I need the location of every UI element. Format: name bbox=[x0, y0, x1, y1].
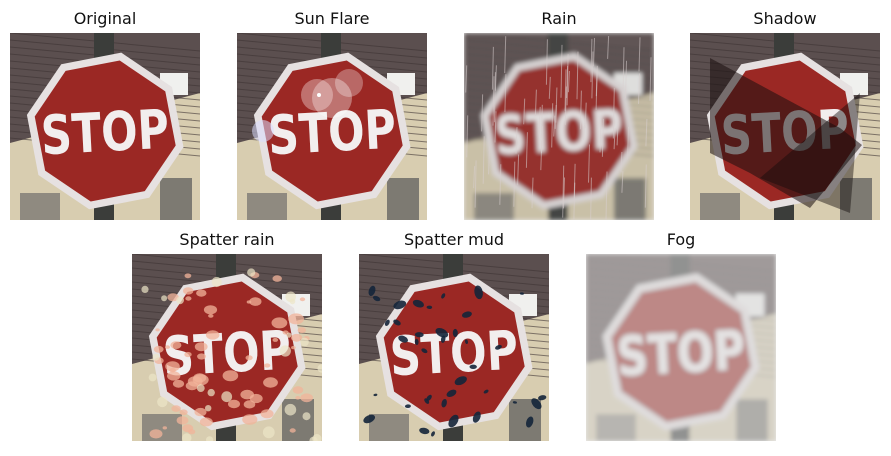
stop-label: STOP bbox=[39, 98, 170, 168]
scene-svg: STOP bbox=[586, 254, 776, 441]
effect-overlay bbox=[586, 254, 776, 441]
image-fog: STOP bbox=[586, 254, 776, 441]
scene-svg: STOP bbox=[359, 254, 549, 441]
svg-text:STOP: STOP bbox=[39, 98, 170, 168]
scene-svg: STOP bbox=[132, 254, 322, 441]
image-spatter-mud: STOP bbox=[359, 254, 549, 441]
svg-text:STOP: STOP bbox=[388, 319, 519, 389]
image-rain: STOP bbox=[464, 33, 654, 220]
panel-title: Sun Flare bbox=[294, 9, 370, 28]
scene-svg: STOP bbox=[237, 33, 427, 220]
scene-svg: STOP bbox=[464, 33, 654, 220]
scene-svg: STOP bbox=[10, 33, 200, 220]
panel-title: Fog bbox=[666, 230, 696, 249]
panel-title: Rain bbox=[541, 9, 577, 28]
image-original: STOP bbox=[10, 33, 200, 220]
panel-title: Spatter mud bbox=[403, 230, 505, 249]
panel-title: Shadow bbox=[753, 9, 817, 28]
stop-label: STOP bbox=[388, 319, 519, 389]
scene-svg: STOP bbox=[690, 33, 880, 220]
effect-overlay bbox=[464, 33, 654, 220]
panel-title: Spatter rain bbox=[179, 230, 275, 249]
panel-title: Original bbox=[73, 9, 137, 28]
image-spatter-rain: STOP bbox=[132, 254, 322, 441]
image-shadow: STOP bbox=[690, 33, 880, 220]
image-sun-flare: STOP bbox=[237, 33, 427, 220]
